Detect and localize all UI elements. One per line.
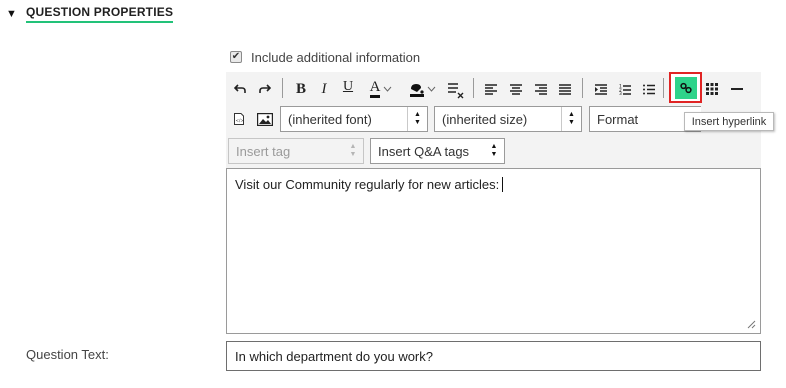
text-caret [502,177,504,192]
html-source-icon: </> [234,113,244,125]
horizontal-rule-button[interactable] [728,76,746,102]
numbered-list-button[interactable]: 123 [616,76,634,102]
link-icon [679,82,692,93]
font-color-label: A [369,80,381,98]
font-size-select[interactable]: (inherited size) ▲ ▼ [434,106,582,132]
insert-tag-value: Insert tag [236,143,291,159]
align-center-icon [510,83,522,95]
toolbar-separator [473,78,474,98]
chevron-down-icon [384,86,392,92]
resize-handle-icon[interactable] [747,320,756,329]
indent-button[interactable] [592,76,610,102]
align-left-button[interactable] [482,76,500,102]
insert-qa-tags-value: Insert Q&A tags [378,143,470,159]
bulleted-list-icon [643,84,655,94]
insert-qa-tags-select[interactable]: Insert Q&A tags ▲ ▼ [370,138,505,164]
undo-button[interactable] [231,76,249,102]
numbered-list-icon: 123 [619,84,631,95]
font-family-value: (inherited font) [288,111,372,127]
updown-arrows-icon: ▲ ▼ [349,143,357,158]
font-size-value: (inherited size) [442,111,528,127]
horizontal-rule-icon [731,88,743,90]
align-justify-button[interactable] [556,76,574,102]
align-right-icon [535,83,547,95]
background-color-button[interactable] [407,76,437,102]
insert-table-button[interactable] [703,76,721,102]
section-title[interactable]: QUESTION PROPERTIES [26,5,174,23]
underline-label: U [342,79,354,94]
image-icon [257,112,273,126]
clear-format-icon [448,83,464,99]
question-text-label: Question Text: [26,347,109,362]
toolbar-separator [282,78,283,98]
editor-toolbar: B I U A 123 </> (inherited font) ▲ ▼ (in… [226,72,761,168]
bulleted-list-button[interactable] [640,76,658,102]
align-justify-icon [559,83,571,95]
chevron-down-icon [427,86,435,92]
redo-button[interactable] [256,76,274,102]
include-info-checkbox[interactable]: ✔ [230,51,242,63]
font-color-button[interactable]: A [366,76,396,102]
svg-text:</>: </> [236,118,245,123]
underline-button[interactable]: U [339,74,357,100]
paint-bucket-icon [409,84,424,97]
rich-text-editor[interactable]: Visit our Community regularly for new ar… [226,168,761,334]
svg-text:3: 3 [619,91,622,95]
redo-icon [259,84,271,93]
align-right-button[interactable] [532,76,550,102]
undo-icon [234,84,246,93]
insert-hyperlink-tooltip: Insert hyperlink [684,112,774,131]
insert-image-button[interactable] [255,106,275,132]
insert-tag-select: Insert tag ▲ ▼ [228,138,364,164]
include-info-label: Include additional information [251,49,421,65]
align-center-button[interactable] [507,76,525,102]
collapse-toggle-icon[interactable]: ▼ [6,8,20,20]
clear-formatting-button[interactable] [445,77,465,103]
align-left-icon [485,83,497,95]
font-family-select[interactable]: (inherited font) ▲ ▼ [280,106,428,132]
insert-hyperlink-highlight[interactable] [669,72,702,103]
insert-hyperlink-button[interactable] [674,76,697,99]
section-header[interactable]: ▼ QUESTION PROPERTIES [6,4,174,24]
table-grid-icon [706,83,718,95]
editor-content: Visit our Community regularly for new ar… [235,177,500,192]
indent-icon [595,83,607,95]
format-value: Format [597,111,639,127]
bold-button[interactable]: B [292,76,310,102]
toolbar-separator [663,78,664,98]
include-info-row[interactable]: ✔ Include additional information [230,48,420,66]
updown-arrows-icon: ▲ ▼ [490,143,498,158]
toolbar-separator [582,78,583,98]
question-text-input[interactable]: In which department do you work? [226,341,761,371]
italic-button[interactable]: I [316,76,332,102]
updown-arrows-icon: ▲ ▼ [561,107,581,131]
source-code-button[interactable]: </> [231,106,247,132]
updown-arrows-icon: ▲ ▼ [407,107,427,131]
